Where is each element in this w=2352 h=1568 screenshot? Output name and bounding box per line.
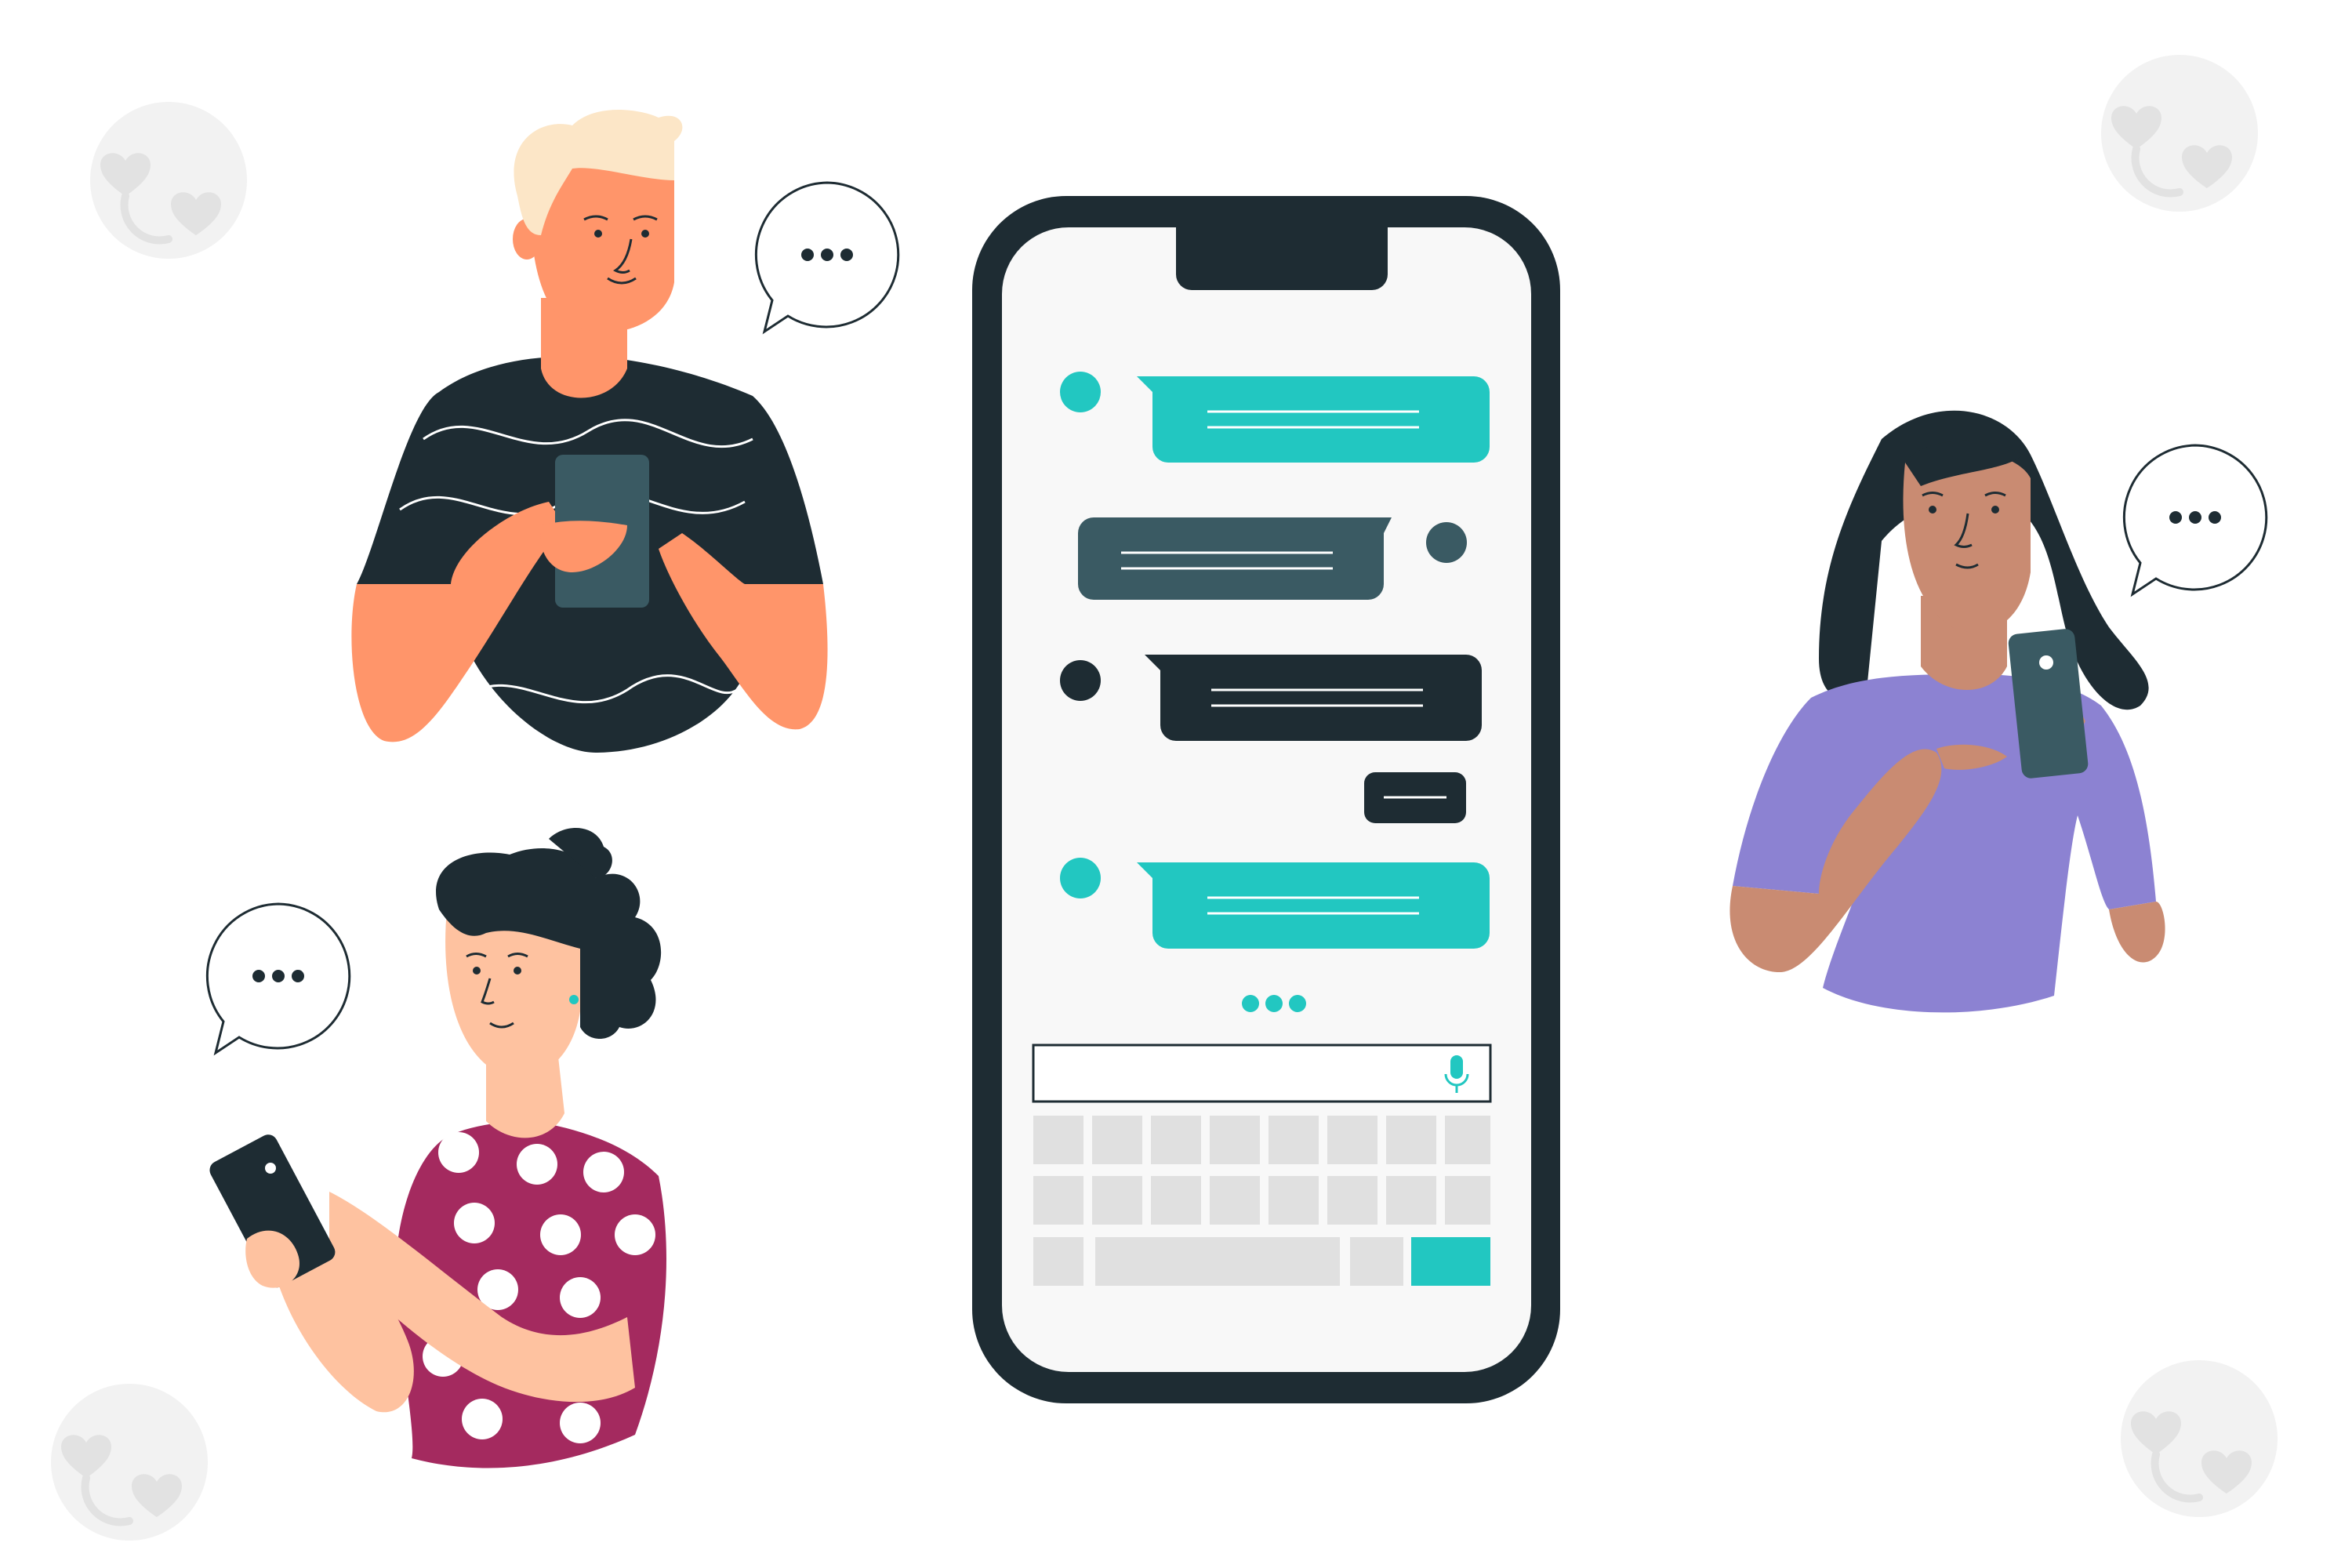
keyboard-key[interactable] xyxy=(1269,1176,1319,1225)
illustration-canvas xyxy=(0,0,2352,1568)
keyboard-key[interactable] xyxy=(1151,1116,1201,1164)
keyboard-key[interactable] xyxy=(1350,1237,1403,1286)
keyboard-key[interactable] xyxy=(1445,1116,1490,1164)
keyboard-key[interactable] xyxy=(1033,1116,1083,1164)
keyboard-key[interactable] xyxy=(1386,1176,1436,1225)
keyboard-key[interactable] xyxy=(1210,1116,1260,1164)
keyboard-key[interactable] xyxy=(1210,1176,1260,1225)
keyboard-key[interactable] xyxy=(1445,1176,1490,1225)
keyboard-key[interactable] xyxy=(1033,1237,1083,1286)
heart-face-badge-icon xyxy=(2121,1360,2278,1517)
keyboard-key[interactable] xyxy=(1151,1176,1201,1225)
speech-bubble-icon xyxy=(754,181,900,333)
space-key[interactable] xyxy=(1095,1237,1340,1286)
heart-face-badge-icon xyxy=(90,102,247,259)
keyboard-key[interactable] xyxy=(1092,1116,1142,1164)
typing-dots-icon xyxy=(1242,995,1306,1012)
keyboard-key[interactable] xyxy=(1092,1176,1142,1225)
woman-with-phone-purple xyxy=(1730,410,2165,1013)
phone xyxy=(972,196,1560,1403)
heart-face-badge-icon xyxy=(2101,55,2258,212)
keyboard-key[interactable] xyxy=(1327,1176,1377,1225)
send-key[interactable] xyxy=(1411,1237,1490,1286)
man-with-phone xyxy=(351,110,828,753)
keyboard-key[interactable] xyxy=(1327,1116,1377,1164)
message-bubble xyxy=(1364,772,1466,823)
keyboard-key[interactable] xyxy=(1033,1176,1083,1225)
keyboard-key[interactable] xyxy=(1386,1116,1436,1164)
speech-bubble-icon xyxy=(205,902,351,1054)
phone-notch xyxy=(1176,227,1388,290)
keyboard-key[interactable] xyxy=(1269,1116,1319,1164)
message-input[interactable] xyxy=(1032,1044,1492,1103)
speech-bubble-icon xyxy=(2122,444,2268,596)
heart-face-badge-icon xyxy=(51,1384,208,1541)
